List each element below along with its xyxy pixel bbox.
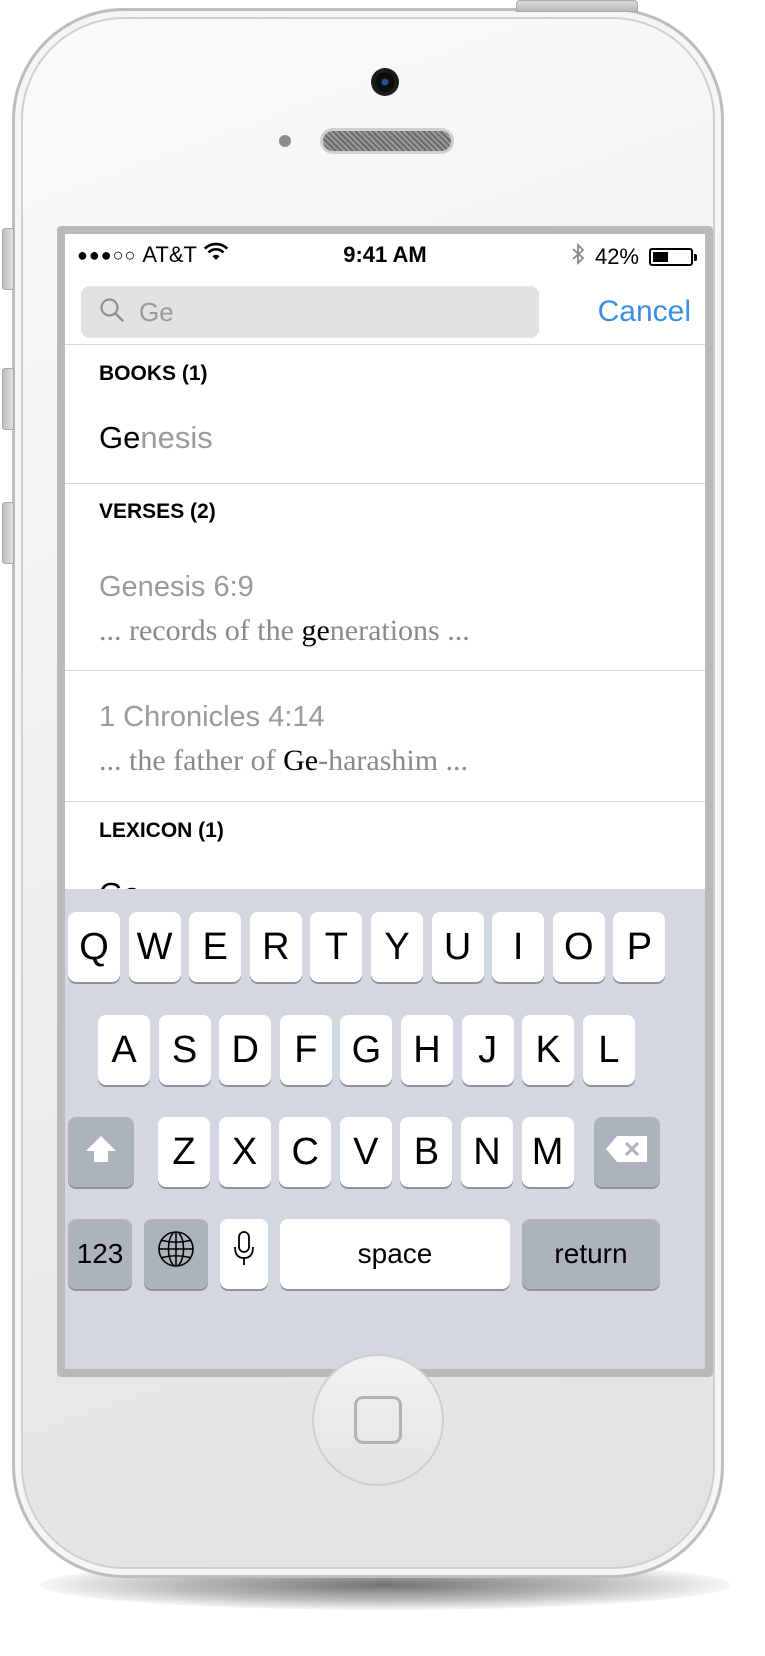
microphone-icon	[233, 1230, 255, 1278]
delete-key[interactable]	[594, 1117, 660, 1187]
status-bar: ●●●○○ AT&T 9:41 AM 42%	[65, 234, 705, 274]
keyboard: QWERTYUIOP ASDFGHJKL ZXCVBNM 123 space r…	[65, 889, 705, 1369]
books-divider	[65, 483, 705, 484]
globe-icon	[157, 1230, 195, 1278]
key-r[interactable]: R	[249, 912, 302, 982]
key-e[interactable]: E	[189, 912, 242, 982]
globe-key[interactable]	[144, 1219, 208, 1289]
verse-reference: Genesis 6:9	[99, 571, 254, 603]
cancel-button[interactable]: Cancel	[598, 286, 691, 338]
volume-down-button[interactable]	[2, 502, 14, 564]
status-right: 42%	[571, 242, 697, 272]
books-section-header: BOOKS (1)	[99, 362, 208, 385]
proximity-sensor	[279, 135, 291, 147]
match-highlight: ge	[301, 614, 330, 647]
match-highlight: Ge	[99, 420, 141, 455]
key-o[interactable]: O	[552, 912, 605, 982]
magnifier-icon	[81, 297, 125, 328]
bluetooth-icon	[571, 242, 585, 272]
shift-key[interactable]	[68, 1117, 134, 1187]
key-t[interactable]: T	[310, 912, 363, 982]
key-b[interactable]: B	[400, 1117, 453, 1187]
verse-divider-2	[65, 801, 705, 802]
search-input[interactable]: Ge	[81, 286, 539, 338]
key-k[interactable]: K	[522, 1015, 575, 1085]
key-x[interactable]: X	[218, 1117, 271, 1187]
key-h[interactable]: H	[401, 1015, 453, 1085]
key-q[interactable]: Q	[68, 912, 120, 982]
key-c[interactable]: C	[279, 1117, 332, 1187]
key-s[interactable]: S	[158, 1015, 211, 1085]
key-m[interactable]: M	[521, 1117, 574, 1187]
home-square-icon	[354, 1396, 402, 1444]
match-highlight: Ge	[283, 744, 319, 777]
battery-icon	[649, 248, 697, 266]
screen: ●●●○○ AT&T 9:41 AM 42% Ge Cancel BOOKS (…	[65, 234, 705, 1369]
numbers-key[interactable]: 123	[68, 1219, 132, 1289]
key-j[interactable]: J	[461, 1015, 514, 1085]
verse-snippet: ... records of the generations ...	[99, 614, 470, 648]
backspace-icon	[605, 1131, 649, 1174]
battery-fill	[653, 252, 668, 262]
key-v[interactable]: V	[339, 1117, 392, 1187]
key-y[interactable]: Y	[371, 912, 423, 982]
search-row: Ge Cancel	[65, 274, 705, 354]
snippet-after: -harashim ...	[318, 744, 469, 777]
key-i[interactable]: I	[492, 912, 545, 982]
search-divider	[65, 344, 705, 345]
key-f[interactable]: F	[279, 1015, 332, 1085]
key-p[interactable]: P	[613, 912, 666, 982]
snippet-before: ... the father of	[99, 744, 284, 777]
shift-arrow-icon	[84, 1131, 118, 1174]
verse-result-2[interactable]: 1 Chronicles 4:14 ... the father of Ge-h…	[65, 671, 705, 801]
key-d[interactable]: D	[219, 1015, 272, 1085]
volume-up-button[interactable]	[2, 368, 14, 430]
key-l[interactable]: L	[582, 1015, 635, 1085]
space-key[interactable]: space	[280, 1219, 510, 1289]
lexicon-section-header: LEXICON (1)	[99, 819, 224, 842]
key-a[interactable]: A	[98, 1015, 150, 1085]
key-w[interactable]: W	[128, 912, 181, 982]
search-query-text[interactable]: Ge	[139, 297, 174, 328]
earpiece-speaker	[320, 128, 454, 154]
key-n[interactable]: N	[461, 1117, 513, 1187]
verse-result-1[interactable]: Genesis 6:9 ... records of the generatio…	[65, 534, 705, 670]
power-button[interactable]	[516, 0, 638, 12]
snippet-after: nerations ...	[329, 614, 470, 647]
verse-snippet: ... the father of Ge-harashim ...	[99, 744, 468, 778]
return-key[interactable]: return	[522, 1219, 660, 1289]
snippet-before: ... records of the	[99, 614, 302, 647]
front-camera	[371, 68, 399, 96]
book-result-genesis[interactable]: Genesis	[99, 420, 213, 456]
verse-reference: 1 Chronicles 4:14	[99, 701, 325, 733]
microphone-key[interactable]	[220, 1219, 268, 1289]
key-g[interactable]: G	[340, 1015, 393, 1085]
verses-section-header: VERSES (2)	[99, 500, 216, 523]
key-z[interactable]: Z	[158, 1117, 210, 1187]
mute-switch[interactable]	[2, 228, 14, 290]
match-rest: nesis	[140, 420, 213, 455]
home-button[interactable]	[312, 1354, 444, 1486]
key-u[interactable]: U	[431, 912, 484, 982]
battery-percent: 42%	[594, 244, 639, 269]
